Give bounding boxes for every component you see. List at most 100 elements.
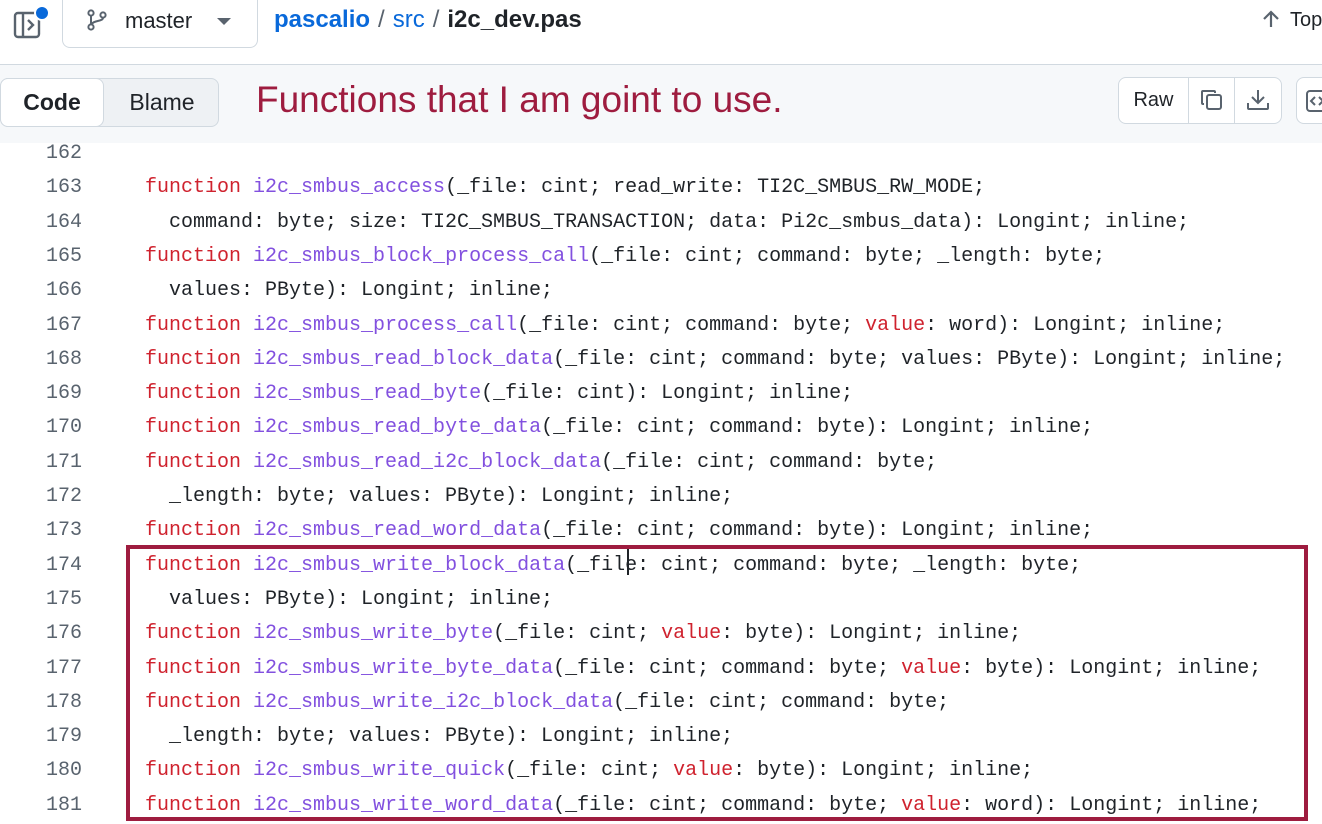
tab-code[interactable]: Code (0, 78, 104, 127)
code-token: : word): Longint; inline; (925, 313, 1226, 337)
line-content: values: PByte): Longint; inline; (169, 274, 553, 308)
breadcrumb-folder-link[interactable]: src (393, 6, 425, 33)
copy-raw-button[interactable] (1189, 78, 1235, 123)
code-line: 172 _length: byte; values: PByte): Longin… (0, 480, 1322, 514)
branch-selector[interactable]: master (62, 0, 258, 48)
line-content: function i2c_smbus_access(_file: cint; r… (145, 171, 985, 205)
code-line: 170 function i2c_smbus_read_byte_data(_fi… (0, 411, 1322, 445)
breadcrumb-separator: / (432, 6, 440, 33)
line-number[interactable]: 180 (0, 754, 82, 788)
line-number[interactable]: 175 (0, 583, 82, 617)
code-line: 164 command: byte; size: TI2C_SMBUS_TRANS… (0, 206, 1322, 240)
annotation-highlight-box (126, 545, 1308, 821)
annotation-text: Functions that I am goint to use. (256, 79, 783, 120)
git-branch-icon (87, 9, 107, 31)
function-name-token: i2c_smbus_read_byte_data (253, 416, 542, 440)
top-button[interactable]: Top (1260, 8, 1322, 32)
line-content: function i2c_smbus_read_byte_data(_file:… (145, 411, 1093, 445)
breadcrumb-repo-link[interactable]: pascalio (274, 6, 370, 33)
code-token: (_file: cint; read_write: TI2C_SMBUS_RW_… (445, 176, 986, 200)
line-content: command: byte; size: TI2C_SMBUS_TRANSACT… (169, 206, 1189, 240)
keyword-token: function (145, 176, 242, 200)
code-token: (_file: cint): Longint; inline; (481, 382, 854, 406)
line-number[interactable]: 166 (0, 274, 82, 308)
code-token: (_file: cint; command: byte; values: PBy… (553, 347, 1286, 371)
line-number[interactable]: 174 (0, 549, 82, 583)
keyword-token: value (865, 313, 926, 337)
line-number[interactable]: 165 (0, 240, 82, 274)
view-mode-switch: Blame Code (0, 78, 219, 127)
keyword-token: function (145, 416, 242, 440)
code-token: (_file: cint; command: byte): Longint; i… (541, 519, 1094, 543)
symbols-button[interactable] (1296, 77, 1322, 124)
breadcrumb-separator: / (378, 6, 385, 33)
download-button[interactable] (1235, 78, 1281, 123)
notification-dot (34, 5, 50, 21)
code-line: 168 function i2c_smbus_read_block_data(_f… (0, 343, 1322, 377)
function-name-token: i2c_smbus_process_call (253, 313, 518, 337)
line-number[interactable]: 177 (0, 652, 82, 686)
line-content: function i2c_smbus_read_byte(_file: cint… (145, 377, 853, 411)
keyword-token: function (145, 347, 242, 371)
line-number[interactable]: 164 (0, 206, 82, 240)
file-header: master pascalio / src / i2c_dev.pas Top (0, 0, 1322, 65)
line-number[interactable]: 179 (0, 720, 82, 754)
line-number[interactable]: 167 (0, 309, 82, 343)
function-name-token: i2c_smbus_read_byte (253, 382, 482, 406)
keyword-token: function (145, 382, 242, 406)
breadcrumb-current-file: i2c_dev.pas (447, 6, 582, 33)
copy-icon (1201, 90, 1222, 110)
function-name-token: i2c_smbus_block_process_call (253, 244, 590, 268)
code-square-icon (1306, 90, 1322, 112)
code-token: (_file: cint; command: byte; (517, 313, 866, 337)
top-label: Top (1290, 9, 1322, 31)
line-content: function i2c_smbus_read_word_data(_file:… (145, 514, 1093, 548)
panel-toggle-button[interactable] (10, 2, 50, 39)
code-token: (_file: cint; command: byte; _length: by… (589, 244, 1106, 268)
code-line: 163 function i2c_smbus_access(_file: cint… (0, 171, 1322, 205)
arrow-up-icon (1263, 10, 1279, 27)
code-line: 165 function i2c_smbus_block_process_call… (0, 240, 1322, 274)
download-icon (1247, 90, 1269, 110)
line-content: _length: byte; values: PByte): Longint; … (169, 480, 733, 514)
keyword-token: function (145, 313, 242, 337)
raw-actions-group: Raw (1118, 77, 1282, 124)
raw-button[interactable]: Raw (1119, 78, 1189, 123)
function-name-token: i2c_smbus_access (253, 176, 446, 200)
triangle-down-icon (217, 18, 231, 25)
line-number[interactable]: 171 (0, 446, 82, 480)
line-content: function i2c_smbus_read_block_data(_file… (145, 343, 1285, 377)
line-number[interactable]: 181 (0, 789, 82, 823)
code-view[interactable]: 181 function i2c_smbus_write_word_data(_f… (0, 143, 1322, 824)
line-content: function i2c_smbus_read_i2c_block_data(_… (145, 446, 937, 480)
text-cursor (627, 549, 629, 575)
code-token: (_file: cint; command: byte; (601, 450, 938, 474)
line-number[interactable]: 172 (0, 480, 82, 514)
code-line: 171 function i2c_smbus_read_i2c_block_dat… (0, 446, 1322, 480)
tab-blame[interactable]: Blame (105, 79, 219, 126)
line-content: function i2c_smbus_block_process_call(_f… (145, 240, 1105, 274)
line-content: function i2c_smbus_process_call(_file: c… (145, 309, 1225, 343)
code-line: 162 (0, 143, 1322, 171)
code-line: 173 function i2c_smbus_read_word_data(_fi… (0, 514, 1322, 548)
line-number[interactable]: 163 (0, 171, 82, 205)
code-token: values: PByte): Longint; inline; (169, 279, 554, 303)
breadcrumb: pascalio / src / i2c_dev.pas (274, 6, 582, 34)
keyword-token: function (145, 244, 242, 268)
line-number[interactable]: 170 (0, 411, 82, 445)
code-line: 167 function i2c_smbus_process_call(_file… (0, 309, 1322, 343)
function-name-token: i2c_smbus_read_block_data (253, 347, 554, 371)
line-number[interactable]: 173 (0, 514, 82, 548)
line-number[interactable]: 176 (0, 617, 82, 651)
line-number[interactable]: 169 (0, 377, 82, 411)
line-number[interactable]: 162 (0, 143, 82, 171)
file-toolbar: Blame Code Functions that I am goint to … (0, 65, 1322, 144)
line-number[interactable]: 178 (0, 686, 82, 720)
line-number[interactable]: 168 (0, 343, 82, 377)
